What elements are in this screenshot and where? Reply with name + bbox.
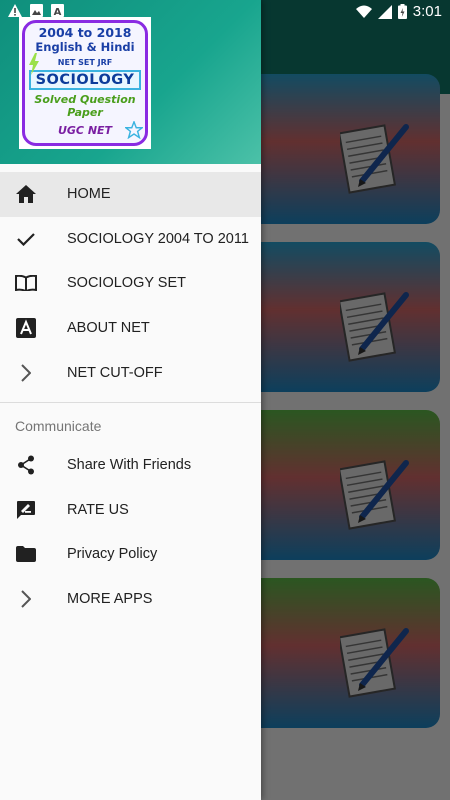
home-icon (14, 182, 38, 206)
chevron-right-icon (14, 361, 38, 385)
menu-item-home[interactable]: HOME (0, 172, 261, 217)
book-icon (14, 271, 38, 295)
menu-item-more-apps[interactable]: MORE APPS (0, 577, 261, 622)
menu-item-label: NET CUT-OFF (67, 364, 163, 381)
drawer-menu: HOME SOCIOLOGY 2004 TO 2011 SOCIOLOGY SE… (0, 172, 261, 621)
navigation-drawer: 2004 to 2018 English & Hindi NET SET JRF… (0, 0, 261, 800)
menu-item-label: MORE APPS (67, 591, 153, 608)
menu-item-label: SOCIOLOGY SET (67, 275, 186, 292)
logo-line: Paper (67, 106, 103, 119)
wifi-icon (355, 5, 372, 18)
menu-item-label: RATE US (67, 501, 129, 518)
font-a-icon (14, 316, 38, 340)
menu-item-sociology-2004-to-2011[interactable]: SOCIOLOGY 2004 TO 2011 (0, 217, 261, 262)
logo-line: SOCIOLOGY (29, 70, 141, 90)
logo-line: NET SET JRF (57, 58, 113, 67)
logo-line: Solved Question (34, 93, 136, 106)
lightning-icon (29, 53, 39, 75)
drawer-header: 2004 to 2018 English & Hindi NET SET JRF… (0, 0, 261, 164)
section-title-communicate: Communicate (15, 417, 102, 434)
menu-item-label: HOME (67, 186, 111, 203)
menu-item-sociology-set[interactable]: SOCIOLOGY SET (0, 261, 261, 306)
menu-item-label: SOCIOLOGY 2004 TO 2011 (67, 230, 249, 247)
battery-icon (397, 4, 407, 19)
menu-item-net-cut-off[interactable]: NET CUT-OFF (0, 350, 261, 395)
menu-item-label: ABOUT NET (67, 320, 150, 337)
check-icon (14, 227, 38, 251)
share-icon (14, 453, 38, 477)
chevron-right-icon (14, 587, 38, 611)
status-time: 3:01 (412, 3, 442, 20)
logo-line: English & Hindi (35, 40, 135, 54)
logo-line: 2004 to 2018 (38, 25, 132, 40)
status-bar: A 3:01 (0, 0, 450, 24)
folder-icon (14, 542, 38, 566)
star-icon (125, 121, 143, 139)
menu-item-rate-us[interactable]: RATE US (0, 488, 261, 533)
signal-icon (377, 4, 392, 19)
menu-item-about-net[interactable]: ABOUT NET (0, 306, 261, 351)
svg-text:A: A (54, 7, 62, 17)
menu-item-privacy-policy[interactable]: Privacy Policy (0, 532, 261, 577)
warning-icon (8, 4, 22, 17)
menu-item-label: Share With Friends (67, 457, 192, 474)
menu-item-share-with-friends[interactable]: Share With Friends (0, 443, 261, 488)
image-icon (30, 4, 43, 17)
app-logo: 2004 to 2018 English & Hindi NET SET JRF… (19, 17, 151, 149)
menu-divider (0, 401, 261, 403)
menu-item-label: Privacy Policy (67, 546, 158, 563)
rate-review-icon (14, 498, 38, 522)
app-a-icon: A (51, 4, 64, 17)
